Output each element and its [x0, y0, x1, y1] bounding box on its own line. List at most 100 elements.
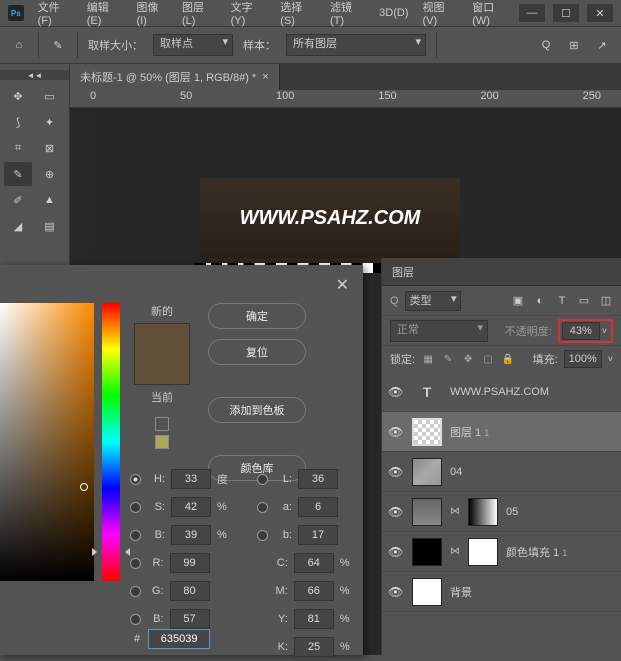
layout-icon[interactable]: ⊞ [565, 36, 583, 54]
wand-tool[interactable]: ✦ [36, 110, 64, 134]
radio-r[interactable] [130, 558, 141, 569]
eyedropper-icon[interactable]: ✎ [49, 36, 67, 54]
tab-close-icon[interactable]: × [262, 71, 268, 83]
lock-paint-icon[interactable]: ✎ [441, 352, 455, 366]
layer-row[interactable]: 👁TWWW.PSAHZ.COM [382, 372, 621, 412]
input-a[interactable] [298, 497, 338, 517]
layer-name: 颜色填充 1 1 [506, 544, 615, 560]
menu-edit[interactable]: 编辑(E) [81, 0, 129, 31]
visibility-icon[interactable]: 👁 [388, 545, 404, 559]
radio-h[interactable] [130, 474, 141, 485]
visibility-icon[interactable]: 👁 [388, 425, 404, 439]
opacity-input[interactable] [562, 322, 600, 340]
visibility-icon[interactable]: 👁 [388, 505, 404, 519]
visibility-icon[interactable]: 👁 [388, 385, 404, 399]
websafe-icon[interactable] [155, 435, 169, 449]
input-h[interactable] [171, 469, 211, 489]
ok-button[interactable]: 确定 [208, 303, 306, 329]
input-y[interactable] [294, 609, 334, 629]
hue-slider[interactable] [102, 303, 120, 581]
lock-all-icon[interactable]: 🔒 [501, 352, 515, 366]
menu-select[interactable]: 选择(S) [274, 0, 322, 31]
menu-text[interactable]: 文字(Y) [225, 0, 273, 31]
radio-bb[interactable] [130, 614, 141, 625]
toolbox-collapse[interactable]: ◄◄ [0, 70, 69, 80]
search-icon[interactable]: Q [390, 295, 399, 307]
home-icon[interactable]: ⌂ [10, 36, 28, 54]
input-s[interactable] [171, 497, 211, 517]
filter-type-select[interactable]: 类型 [405, 291, 461, 311]
menu-3d[interactable]: 3D(D) [373, 3, 414, 23]
frame-tool[interactable]: ⊠ [36, 136, 64, 160]
eraser-tool[interactable]: ◢ [4, 214, 32, 238]
close-icon[interactable]: ✕ [336, 275, 349, 295]
input-b[interactable] [171, 525, 211, 545]
filter-smart-icon[interactable]: ◫ [599, 294, 613, 308]
input-m[interactable] [294, 581, 334, 601]
input-b2[interactable] [298, 525, 338, 545]
share-icon[interactable]: ↗ [593, 36, 611, 54]
layers-tab[interactable]: 图层 [382, 258, 621, 286]
filter-adjust-icon[interactable]: ◐ [533, 294, 547, 308]
filter-text-icon[interactable]: T [555, 294, 569, 308]
window-maximize[interactable]: ☐ [553, 4, 579, 22]
crop-tool[interactable]: ⌗ [4, 136, 32, 160]
input-r[interactable] [170, 553, 210, 573]
input-g[interactable] [170, 581, 210, 601]
fill-input[interactable] [564, 350, 602, 368]
layer-row[interactable]: 👁⋈颜色填充 1 1 [382, 532, 621, 572]
move-tool[interactable]: ✥ [4, 84, 32, 108]
layer-thumb [412, 458, 442, 486]
document-tab[interactable]: 未标题-1 @ 50% (图层 1, RGB/8#) * × [70, 64, 280, 90]
menu-file[interactable]: 文件(F) [32, 0, 79, 31]
layer-row[interactable]: 👁⋈05 [382, 492, 621, 532]
saturation-field[interactable] [0, 303, 94, 581]
heal-tool[interactable]: ⊕ [36, 162, 64, 186]
radio-a[interactable] [257, 502, 268, 513]
layer-row[interactable]: 👁 04 [382, 452, 621, 492]
cube-icon[interactable] [155, 417, 169, 431]
lock-artboard-icon[interactable]: ▢ [481, 352, 495, 366]
lock-position-icon[interactable]: ✥ [461, 352, 475, 366]
input-hex[interactable] [148, 629, 210, 649]
options-bar: ⌂ ✎ 取样大小： 取样点 样本： 所有图层 Q ⊞ ↗ [0, 26, 621, 64]
menu-view[interactable]: 视图(V) [417, 0, 465, 31]
menu-filter[interactable]: 滤镜(T) [324, 0, 371, 31]
radio-b[interactable] [130, 530, 141, 541]
search-icon[interactable]: Q [537, 36, 555, 54]
radio-b2[interactable] [257, 530, 268, 541]
menu-layer[interactable]: 图层(L) [176, 0, 223, 31]
visibility-icon[interactable]: 👁 [388, 465, 404, 479]
blend-mode-select[interactable]: 正常 [390, 320, 488, 342]
layer-row[interactable]: 👁背景 [382, 572, 621, 612]
reset-button[interactable]: 复位 [208, 339, 306, 365]
visibility-icon[interactable]: 👁 [388, 585, 404, 599]
input-c[interactable] [294, 553, 334, 573]
layer-row[interactable]: 👁图层 1 1 [382, 412, 621, 452]
layer-name: 04 [450, 466, 615, 478]
window-close[interactable]: ✕ [587, 4, 613, 22]
filter-shape-icon[interactable]: ▭ [577, 294, 591, 308]
marquee-tool[interactable]: ▭ [36, 84, 64, 108]
stamp-tool[interactable]: ▲ [36, 188, 64, 212]
window-minimize[interactable]: — [519, 4, 545, 22]
menu-image[interactable]: 图像(I) [130, 0, 174, 31]
input-k[interactable] [294, 637, 334, 657]
sample-select[interactable]: 所有图层 [286, 34, 426, 56]
lock-pixels-icon[interactable]: ▦ [421, 352, 435, 366]
lasso-tool[interactable]: ⟆ [4, 110, 32, 134]
filter-image-icon[interactable]: ▣ [511, 294, 525, 308]
radio-s[interactable] [130, 502, 141, 513]
eyedropper-tool[interactable]: ✎ [4, 162, 32, 186]
add-swatch-button[interactable]: 添加到色板 [208, 397, 306, 423]
brush-tool[interactable]: ✐ [4, 188, 32, 212]
input-l[interactable] [298, 469, 338, 489]
sample-size-select[interactable]: 取样点 [153, 34, 233, 56]
mask-thumb [468, 538, 498, 566]
input-bb[interactable] [170, 609, 210, 629]
radio-g[interactable] [130, 586, 141, 597]
menu-window[interactable]: 窗口(W) [466, 0, 517, 31]
radio-l[interactable] [257, 474, 268, 485]
layer-name: WWW.PSAHZ.COM [450, 386, 615, 398]
gradient-tool[interactable]: ▤ [36, 214, 64, 238]
